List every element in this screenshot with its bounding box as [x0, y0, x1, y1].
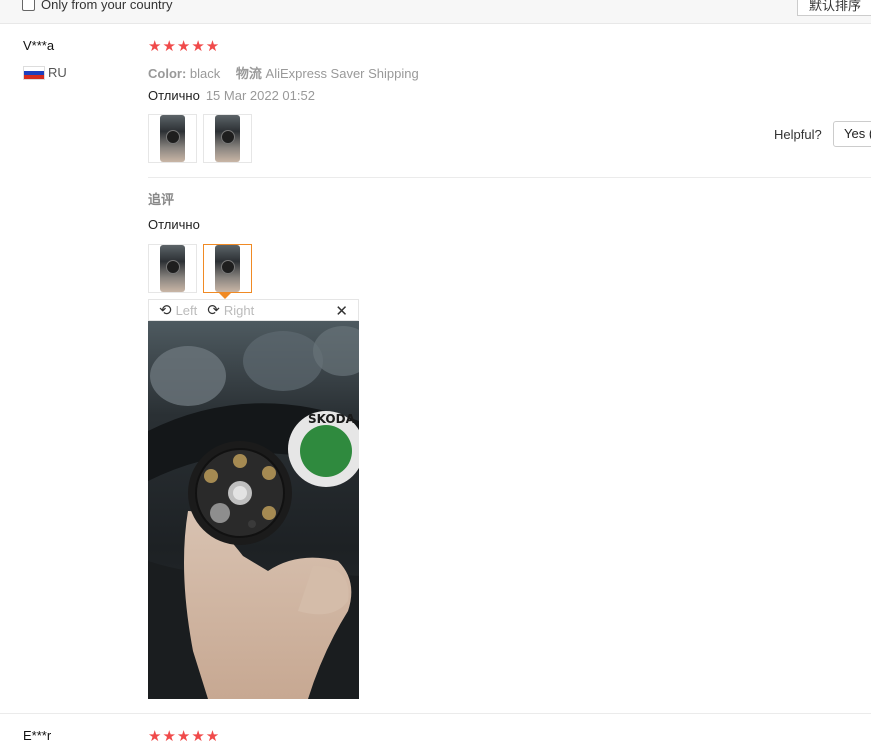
only-country-checkbox[interactable]	[22, 0, 35, 11]
only-your-country-filter[interactable]: Only from your country	[22, 0, 173, 12]
steering-wheel-logo-text: SKODA	[308, 412, 356, 426]
review-photo-thumbnail[interactable]	[148, 114, 197, 163]
rotate-right-label[interactable]: Right	[224, 303, 254, 318]
enlarged-review-photo: SKODA	[148, 321, 359, 699]
rotate-left-icon[interactable]: ⟲	[159, 303, 172, 318]
review-filter-bar: Only from your country 默认排序	[0, 0, 871, 24]
followup-title: 追评	[148, 192, 175, 207]
review-divider	[0, 713, 871, 714]
review-text: Отлично	[148, 88, 200, 103]
rotate-right-icon[interactable]: ⟳	[207, 303, 220, 318]
followup-photo-thumbnail[interactable]	[148, 244, 197, 293]
only-country-label: Only from your country	[41, 0, 173, 12]
rotate-left-label[interactable]: Left	[176, 303, 198, 318]
color-value: black	[189, 66, 221, 81]
review-date: 15 Mar 2022 01:52	[205, 88, 315, 103]
reviewer-name: V***a	[23, 38, 55, 53]
sort-dropdown[interactable]: 默认排序	[797, 0, 871, 16]
followup-text: Отлично	[148, 217, 200, 232]
image-viewer-toolbar: ⟲ Left ⟳ Right ✕	[148, 299, 359, 321]
russia-flag-icon	[23, 66, 45, 80]
followup-photo-thumbnail-selected[interactable]	[203, 244, 252, 293]
helpful-yes-button[interactable]: Yes (	[833, 121, 871, 147]
photo-illustration: SKODA	[148, 321, 359, 699]
star-rating: ★★★★★	[148, 38, 221, 55]
color-label: Color:	[148, 66, 187, 81]
review-attributes: Color: black 物流 AliExpress Saver Shippin…	[148, 63, 419, 82]
review-body: Отлично 15 Mar 2022 01:52	[148, 88, 315, 103]
star-rating: ★★★★★	[148, 728, 221, 745]
close-icon[interactable]: ✕	[335, 302, 348, 320]
shipping-value: AliExpress Saver Shipping	[265, 66, 419, 81]
reviewer-country: RU	[48, 65, 67, 80]
reviewer-name: E***r	[23, 728, 52, 743]
shipping-label: 物流	[235, 66, 262, 81]
divider	[148, 177, 871, 178]
helpful-label: Helpful?	[774, 127, 822, 142]
review-photo-thumbnail[interactable]	[203, 114, 252, 163]
